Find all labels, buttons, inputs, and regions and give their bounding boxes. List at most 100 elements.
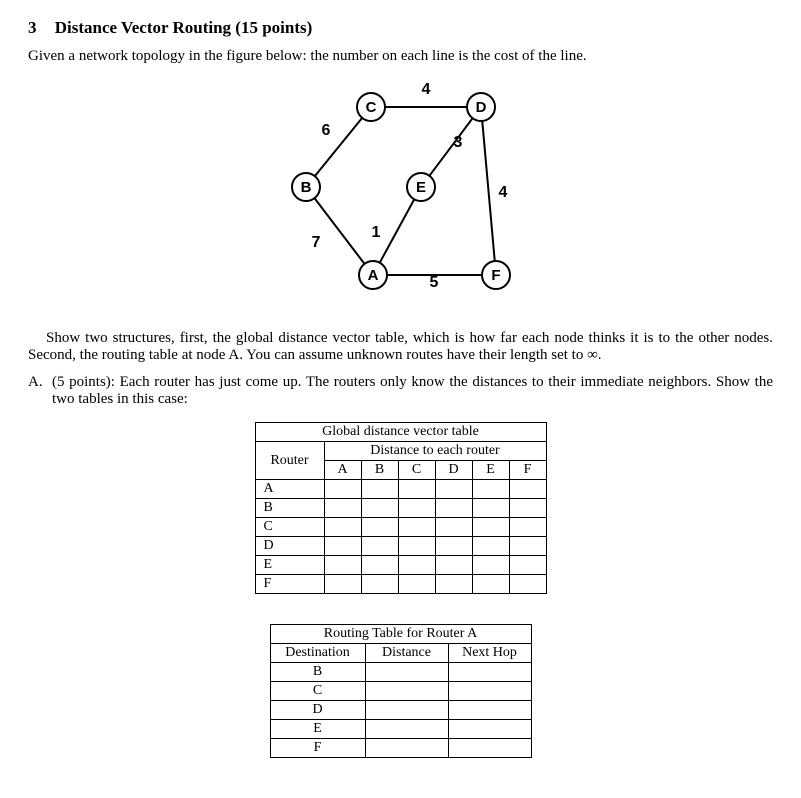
rt-dest-C: C (270, 682, 365, 701)
gvt-col-A: A (324, 461, 361, 480)
gvt-cell-C-D (435, 518, 472, 537)
table-row: D (255, 537, 546, 556)
sub-question-a-label: A. (28, 374, 52, 408)
rt-header-next-hop: Next Hop (448, 644, 531, 663)
sub-question-a-text: (5 points): Each router has just come up… (52, 374, 773, 408)
rt-cell-E-0 (365, 720, 448, 739)
rt-dest-B: B (270, 663, 365, 682)
gvt-cell-B-C (398, 499, 435, 518)
gvt-col-B: B (361, 461, 398, 480)
edge-cost-D-F: 4 (498, 184, 507, 201)
gvt-cell-D-F (509, 537, 546, 556)
edge-B-A (314, 198, 364, 264)
gvt-cell-E-A (324, 556, 361, 575)
instructions-paragraph: Show two structures, first, the global d… (28, 330, 773, 364)
gvt-cell-B-D (435, 499, 472, 518)
gvt-cell-F-A (324, 575, 361, 594)
intro-text: Given a network topology in the figure b… (28, 48, 773, 65)
gvt-cell-B-B (361, 499, 398, 518)
edge-cost-B-A: 7 (311, 234, 320, 251)
gvt-cell-A-C (398, 480, 435, 499)
rt-dest-E: E (270, 720, 365, 739)
gvt-cell-E-E (472, 556, 509, 575)
section-number: 3 (28, 18, 37, 38)
gvt-cell-B-A (324, 499, 361, 518)
rt-cell-F-1 (448, 739, 531, 758)
node-label-F: F (491, 267, 500, 284)
gvt-cell-E-C (398, 556, 435, 575)
node-label-C: C (365, 99, 376, 116)
rt-cell-E-1 (448, 720, 531, 739)
gvt-cell-B-E (472, 499, 509, 518)
gvt-cell-F-D (435, 575, 472, 594)
rt-cell-C-0 (365, 682, 448, 701)
gvt-cell-A-D (435, 480, 472, 499)
section-heading: 3 Distance Vector Routing (15 points) (28, 18, 773, 38)
gvt-cell-D-D (435, 537, 472, 556)
routing-table-a: Routing Table for Router A DestinationDi… (270, 624, 532, 758)
table-row: E (255, 556, 546, 575)
node-label-D: D (475, 99, 486, 116)
sub-question-a: A. (5 points): Each router has just come… (28, 374, 773, 408)
table-row: B (270, 663, 531, 682)
gvt-cell-D-E (472, 537, 509, 556)
gvt-cell-C-F (509, 518, 546, 537)
table-row: C (255, 518, 546, 537)
gvt-cell-F-B (361, 575, 398, 594)
gvt-cell-C-A (324, 518, 361, 537)
edge-cost-C-D: 4 (421, 81, 430, 98)
gvt-row-E: E (255, 556, 324, 575)
gvt-distance-header: Distance to each router (324, 442, 546, 461)
gvt-cell-A-F (509, 480, 546, 499)
gvt-row-A: A (255, 480, 324, 499)
rt-caption: Routing Table for Router A (270, 625, 531, 644)
rt-header-distance: Distance (365, 644, 448, 663)
rt-cell-F-0 (365, 739, 448, 758)
node-label-B: B (300, 179, 311, 196)
node-label-E: E (415, 179, 425, 196)
gvt-row-B: B (255, 499, 324, 518)
table-row: D (270, 701, 531, 720)
gvt-row-C: C (255, 518, 324, 537)
rt-cell-D-0 (365, 701, 448, 720)
rt-cell-B-1 (448, 663, 531, 682)
gvt-cell-E-F (509, 556, 546, 575)
gvt-caption: Global distance vector table (255, 423, 546, 442)
table-row: C (270, 682, 531, 701)
gvt-cell-E-B (361, 556, 398, 575)
gvt-cell-A-E (472, 480, 509, 499)
gvt-cell-F-E (472, 575, 509, 594)
node-label-A: A (367, 267, 378, 284)
rt-dest-F: F (270, 739, 365, 758)
edge-D-F (482, 121, 495, 261)
table-row: F (255, 575, 546, 594)
edge-E-D (429, 118, 472, 176)
edge-cost-E-D: 3 (453, 134, 462, 151)
gvt-cell-C-C (398, 518, 435, 537)
edge-cost-A-F: 5 (429, 274, 438, 291)
gvt-router-header: Router (255, 442, 324, 480)
gvt-cell-C-E (472, 518, 509, 537)
edge-cost-A-E: 1 (371, 224, 380, 241)
gvt-row-F: F (255, 575, 324, 594)
gvt-col-E: E (472, 461, 509, 480)
table-row: B (255, 499, 546, 518)
gvt-col-D: D (435, 461, 472, 480)
edge-A-E (379, 199, 414, 262)
table-row: F (270, 739, 531, 758)
rt-cell-C-1 (448, 682, 531, 701)
gvt-cell-D-C (398, 537, 435, 556)
global-distance-vector-table: Global distance vector table Router Dist… (255, 422, 547, 594)
gvt-cell-A-B (361, 480, 398, 499)
gvt-col-F: F (509, 461, 546, 480)
topology-figure: 7 6 4 1 3 5 4 A B C D E F (28, 77, 773, 312)
table-row: A (255, 480, 546, 499)
rt-header-destination: Destination (270, 644, 365, 663)
rt-cell-B-0 (365, 663, 448, 682)
gvt-cell-F-F (509, 575, 546, 594)
gvt-row-D: D (255, 537, 324, 556)
gvt-col-C: C (398, 461, 435, 480)
section-title: Distance Vector Routing (15 points) (55, 18, 313, 37)
gvt-cell-D-B (361, 537, 398, 556)
edge-cost-B-C: 6 (321, 122, 330, 139)
